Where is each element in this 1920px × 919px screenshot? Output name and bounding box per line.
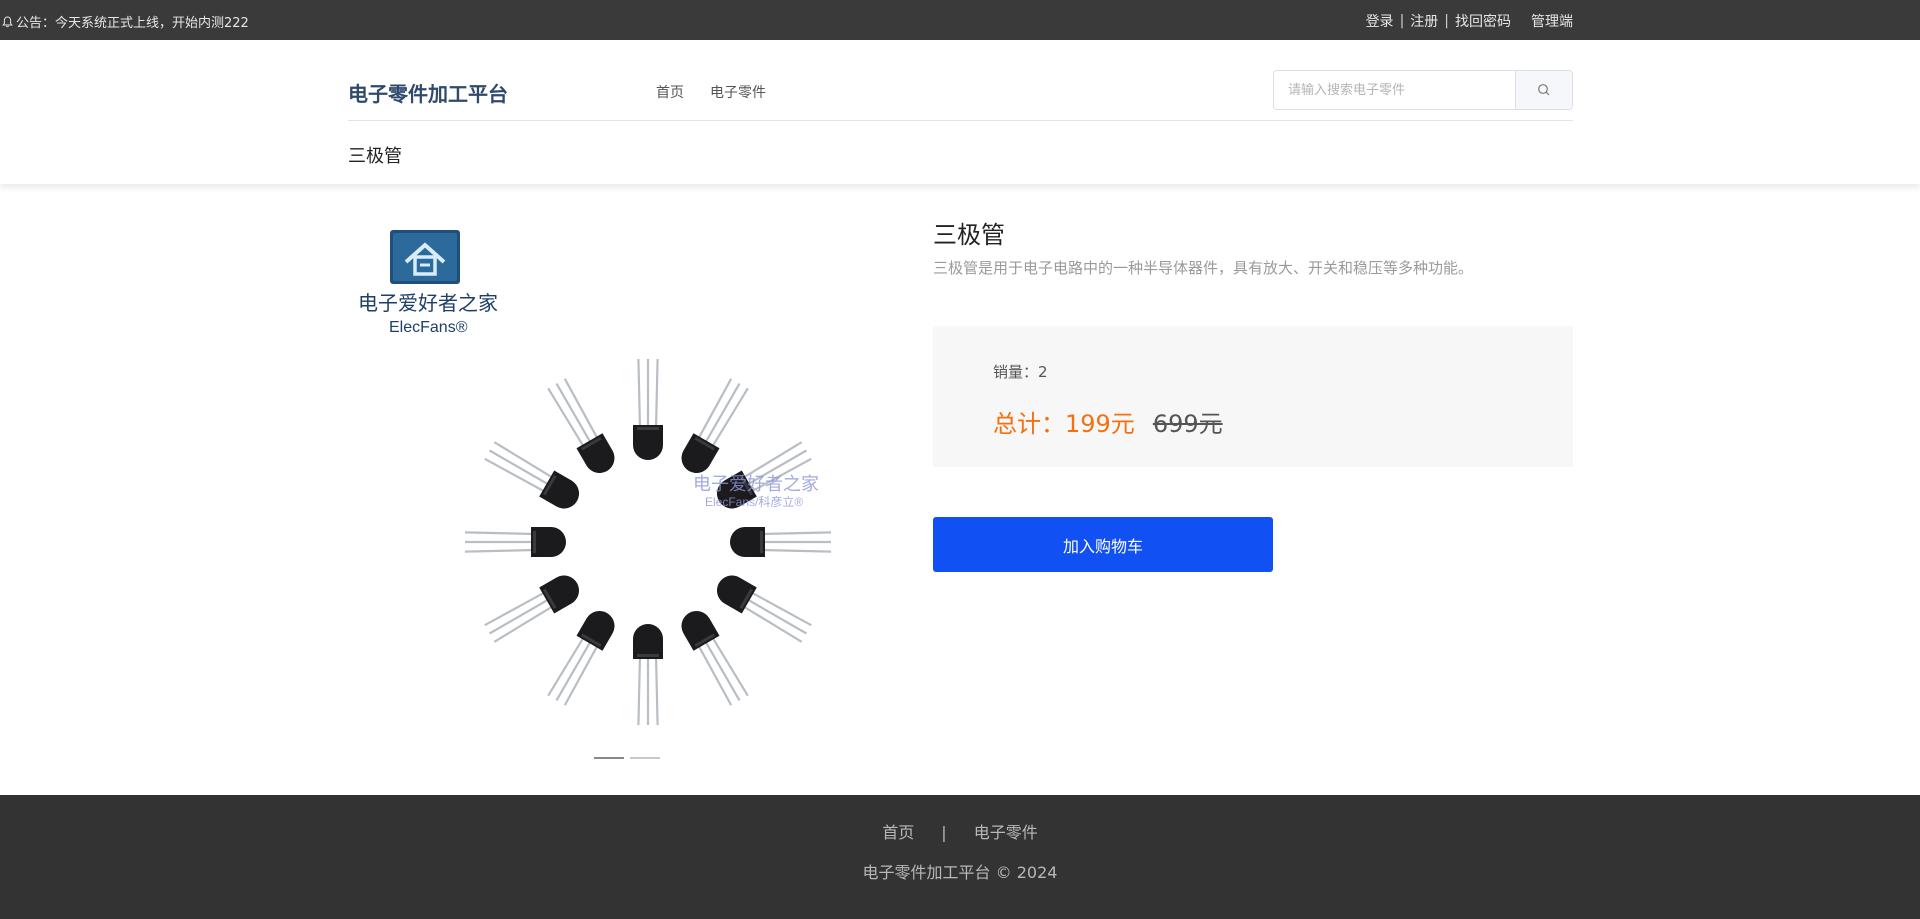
carousel-dot[interactable]	[630, 757, 660, 759]
register-link[interactable]: 注册	[1410, 11, 1438, 31]
header-divider	[348, 120, 1573, 121]
price-panel: 销量：2 总计：199元 699元	[933, 326, 1573, 467]
sales-value: 2	[1038, 363, 1048, 381]
site-brand[interactable]: 电子零件加工平台	[348, 78, 508, 107]
login-link[interactable]: 登录	[1366, 11, 1394, 31]
product-image: 电子爱好者之家 ElecFans® 电子爱好者之家 ElecFans/科彦立®	[348, 212, 908, 777]
admin-link[interactable]: 管理端	[1531, 11, 1573, 31]
search-input[interactable]	[1274, 71, 1515, 109]
original-price: 699元	[1152, 410, 1223, 438]
image-watermark: 电子爱好者之家	[693, 474, 819, 494]
announcement: 公告：今天系统正式上线，开始内测222	[2, 12, 249, 31]
breadcrumb: 三极管	[348, 146, 402, 167]
separator: |	[1399, 13, 1405, 29]
price-row: 总计：199元 699元	[993, 404, 1223, 439]
footer-link-home[interactable]: 首页	[882, 823, 914, 842]
separator: |	[941, 823, 947, 842]
product-title: 三极管	[933, 221, 1005, 249]
site-header: 电子零件加工平台 首页 电子零件 三极管	[0, 40, 1920, 184]
footer-nav: 首页 | 电子零件	[0, 819, 1920, 843]
main-nav: 首页 电子零件	[656, 82, 766, 102]
sales-label: 销量：	[993, 363, 1039, 381]
search-bar	[1273, 70, 1573, 110]
footer-link-parts[interactable]: 电子零件	[974, 823, 1038, 842]
search-icon	[1538, 84, 1550, 96]
account-links: 登录 | 注册 | 找回密码 管理端	[1366, 11, 1573, 31]
logo-subtext: ElecFans®	[389, 319, 468, 336]
nav-item-home[interactable]: 首页	[656, 82, 684, 102]
sales-count: 销量：2	[993, 361, 1048, 382]
site-footer: 首页 | 电子零件 电子零件加工平台 © 2024	[0, 795, 1920, 919]
logo-text: 电子爱好者之家	[358, 292, 498, 315]
bell-icon	[2, 15, 13, 27]
add-to-cart-button[interactable]: 加入购物车	[933, 517, 1273, 572]
total-price: 总计：199元	[993, 404, 1135, 439]
find-password-link[interactable]: 找回密码	[1455, 11, 1511, 31]
price-value: 199元	[1065, 410, 1135, 438]
carousel-dot[interactable]	[594, 757, 624, 759]
announcement-text: 公告：今天系统正式上线，开始内测222	[16, 16, 249, 31]
separator: |	[1444, 13, 1449, 29]
site-logo	[390, 230, 460, 284]
price-label: 总计：	[993, 410, 1065, 438]
search-button[interactable]	[1515, 71, 1572, 109]
product-description: 三极管是用于电子电路中的一种半导体器件，具有放大、开关和稳压等多种功能。	[933, 259, 1474, 277]
product-image-carousel[interactable]: 电子爱好者之家 ElecFans® 电子爱好者之家 ElecFans/科彦立®	[348, 212, 908, 777]
image-watermark-sub: ElecFans/科彦立®	[705, 494, 803, 509]
carousel-indicators	[594, 757, 660, 759]
copyright: 电子零件加工平台 © 2024	[862, 863, 1058, 882]
nav-item-parts[interactable]: 电子零件	[710, 82, 766, 102]
top-bar: 公告：今天系统正式上线，开始内测222 登录 | 注册 | 找回密码 管理端	[0, 0, 1920, 40]
